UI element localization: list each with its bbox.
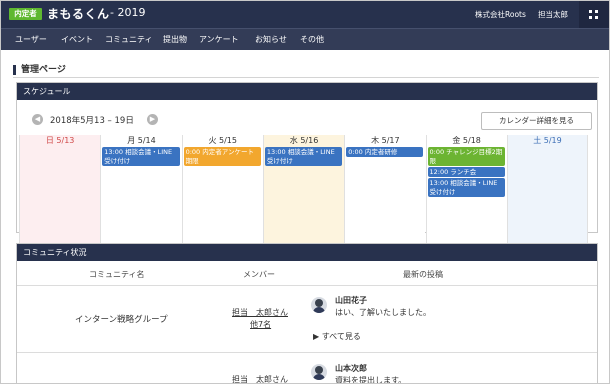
col-members: メンバー [243,270,275,279]
day-header: 土 5/19 [533,136,562,145]
schedule-panel: スケジュール ◀ 2018年5月13 – 19日 ▶ カレンダー詳細を見る 日 … [16,82,598,268]
see-all-link[interactable]: ▶ すべて見る [313,331,361,342]
poster-name: 山本次郎 [335,364,367,373]
divider [13,77,599,78]
day-header: 月 5/14 [127,136,156,145]
day-header: 木 5/17 [371,136,400,145]
calendar-event[interactable]: 0:00 内定者アンケート期限 [183,147,261,166]
nav-other[interactable]: その他 [300,34,324,45]
avatar [311,297,327,313]
community-table-header: コミュニティ名 メンバー 最新の投稿 [17,261,597,286]
user-name[interactable]: 担当太郎 [538,9,568,20]
post-message: 資料を提出します。 [335,376,407,384]
nav-notices[interactable]: お知らせ [255,34,287,45]
app-year: - 2019 [110,6,146,19]
member-link[interactable]: 担当 太郎さん [232,374,288,383]
calendar-event[interactable]: 13:00 相談会議・LINE受け付け [264,147,343,166]
app-logo[interactable]: まもるくん [47,5,110,22]
post-message: はい、了解いたしました。 [335,308,431,317]
schedule-title: スケジュール [17,83,597,100]
community-title: コミュニティ状況 [17,244,597,261]
poster-name: 山田花子 [335,296,367,305]
calendar-event[interactable]: 0:00 チャレンジ目標2期限 [427,147,505,166]
day-header: 水 5/16 [289,136,319,145]
main-nav: ユーザー イベント コミュニティ 提出物 アンケート お知らせ その他 [1,28,609,50]
calendar-event[interactable]: 13:00 相談会議・LINE受け付け [427,178,505,197]
nav-submissions[interactable]: 提出物 [163,34,187,45]
table-row: インターン戦略グループ 担当 太郎さん 他7名 山田花子 はい、了解いたしました… [17,287,597,353]
logo-badge: 内定者 [9,8,42,20]
page-title: 管理ページ [13,65,66,75]
top-bar: 内定者 まもるくん - 2019 株式会社Roots 担当太郎 [1,1,609,28]
app-grid-icon[interactable] [579,1,609,28]
app-window: 内定者 まもるくん - 2019 株式会社Roots 担当太郎 ユーザー イベン… [0,0,610,384]
nav-users[interactable]: ユーザー [15,34,47,45]
member-link[interactable]: 担当 太郎さん [232,307,288,318]
calendar-event[interactable]: 12:00 ランチ会 [427,167,505,177]
nav-events[interactable]: イベント [61,34,93,45]
nav-community[interactable]: コミュニティ [105,34,153,45]
prev-week-icon[interactable]: ◀ [32,114,43,125]
calendar-event[interactable]: 0:00 内定者研修 [346,147,424,157]
calendar-detail-button[interactable]: カレンダー詳細を見る [481,112,592,130]
avatar [311,364,327,380]
nav-surveys[interactable]: アンケート [199,34,239,45]
calendar-event[interactable]: 13:00 相談会議・LINE受け付け [102,147,180,166]
community-panel: コミュニティ状況 コミュニティ名 メンバー 最新の投稿 インターン戦略グループ … [16,243,598,384]
day-header: 火 5/15 [208,136,237,145]
col-community-name: コミュニティ名 [89,270,145,279]
next-week-icon[interactable]: ▶ [147,114,158,125]
day-header: 金 5/18 [452,136,481,145]
week-range: 2018年5月13 – 19日 [50,116,134,126]
company-name: 株式会社Roots [475,10,526,19]
col-latest-post: 最新の投稿 [403,270,443,279]
day-header: 日 5/13 [45,136,75,145]
community-name[interactable]: インターン戦略グループ [75,313,168,325]
table-row: 担当 太郎さん 山本次郎 資料を提出します。 [17,354,597,384]
more-members-link[interactable]: 他7名 [250,319,271,330]
